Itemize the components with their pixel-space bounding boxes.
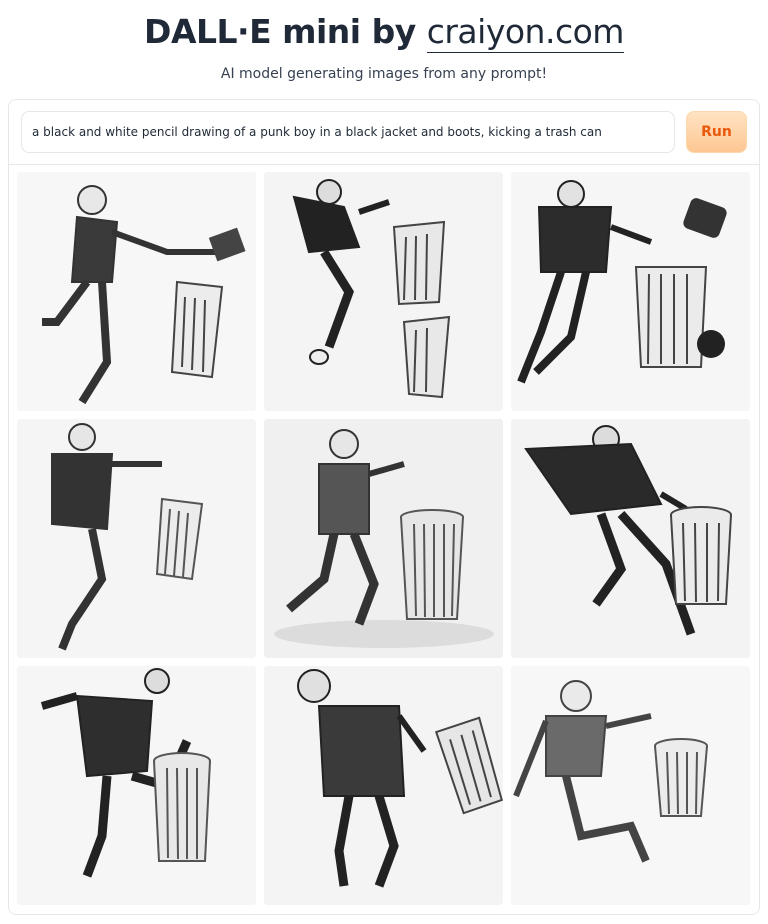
- generated-image-5[interactable]: [264, 419, 503, 658]
- generated-image-6[interactable]: [511, 419, 750, 658]
- page-title: DALL·E mini by craiyon.com: [0, 12, 768, 53]
- sketch-image: [264, 666, 503, 905]
- header: DALL·E mini by craiyon.com AI model gene…: [0, 0, 768, 88]
- sketch-image: [264, 172, 503, 411]
- generated-image-2[interactable]: [264, 172, 503, 411]
- image-gallery: [17, 172, 751, 906]
- run-button[interactable]: Run: [686, 111, 747, 153]
- generated-image-4[interactable]: [17, 419, 256, 658]
- generated-image-3[interactable]: [511, 172, 750, 411]
- title-prefix: DALL·E mini by: [144, 12, 427, 51]
- site-link[interactable]: craiyon.com: [426, 12, 624, 53]
- prompt-input[interactable]: [21, 111, 675, 153]
- sketch-image: [511, 172, 750, 411]
- sketch-image: [511, 666, 750, 905]
- sketch-image: [17, 172, 256, 411]
- generated-image-8[interactable]: [264, 666, 503, 905]
- sketch-image: [511, 419, 750, 658]
- sketch-image: [17, 419, 256, 658]
- generated-image-9[interactable]: [511, 666, 750, 905]
- main-panel: Run: [8, 99, 760, 915]
- prompt-row: Run: [9, 100, 759, 165]
- page-subtitle: AI model generating images from any prom…: [220, 66, 548, 82]
- generated-image-1[interactable]: [17, 172, 256, 411]
- generated-image-7[interactable]: [17, 666, 256, 905]
- sketch-image: [264, 419, 503, 658]
- sketch-image: [17, 666, 256, 905]
